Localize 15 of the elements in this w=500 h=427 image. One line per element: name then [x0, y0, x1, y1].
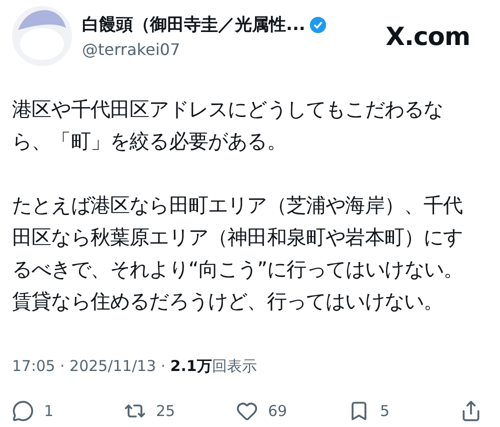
- tweet-paragraph: たとえば港区なら田町エリア（芝浦や海岸）、千代 田区なら秋葉原エリア（神田和泉町や岩本町）にす るべきで、それより“向こう”に行ってはいけない。 賃貸なら住めるだろうけど、行ってはいけない。: [12, 192, 464, 315]
- repost-button[interactable]: 25: [124, 400, 219, 422]
- avatar: [12, 6, 72, 66]
- bookmark-button[interactable]: 5: [348, 400, 443, 422]
- author-handle[interactable]: @terrakei07: [82, 40, 376, 59]
- timestamp-views: 17:05 · 2025/11/13 · 2.1万回表示: [12, 357, 258, 376]
- like-button[interactable]: 69: [236, 400, 331, 422]
- site-label: X.com: [386, 22, 470, 50]
- tweet-paragraph: 港区や千代田区アドレスにどうしてもこだわるな ら、「町」を絞る必要がある。: [12, 96, 444, 155]
- reply-icon: [12, 400, 34, 422]
- reply-button[interactable]: 1: [12, 400, 107, 422]
- share-button[interactable]: [460, 400, 482, 422]
- heart-icon: [236, 400, 258, 422]
- author-name[interactable]: 白饅頭（御田寺圭／光属性...: [82, 13, 306, 36]
- share-icon: [460, 400, 482, 422]
